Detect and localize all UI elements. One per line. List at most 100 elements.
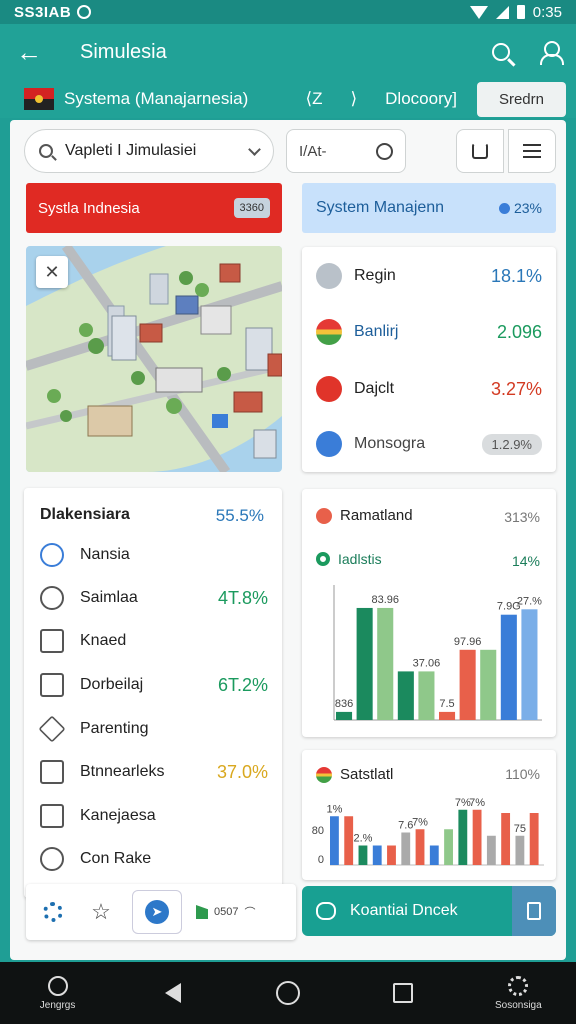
system-banner[interactable]: System Manajenn 23% — [302, 183, 556, 233]
favorite-button[interactable]: ☆ — [84, 895, 118, 929]
bar — [397, 671, 414, 720]
bar-chart: 83683.9637.067.597.967.9G27.% — [333, 585, 542, 721]
back-arrow-icon[interactable]: ← — [16, 37, 52, 68]
bar-data-label: 7% — [469, 797, 485, 809]
list-item[interactable]: Dorbeilaj 6T.2% — [40, 670, 268, 700]
panel-icon — [40, 760, 64, 784]
status-time: 0:35 — [532, 3, 562, 21]
map-tools-button[interactable]: ✕ — [36, 256, 68, 288]
list-item[interactable]: Knaed — [40, 626, 268, 656]
region-card: Regin 18.1% Banlirj 2.096 Dajclt 3.27% M… — [302, 247, 556, 472]
indonesia-banner[interactable]: Systla Indnesia 3360 — [26, 183, 282, 233]
y-tick-label: 80 — [312, 825, 324, 837]
flag-tool[interactable]: 0507 ⌒ — [196, 904, 255, 920]
bar-data-label: 75 — [514, 823, 526, 835]
region-value: 2.096 — [496, 321, 542, 342]
list-item[interactable]: Con Rake — [40, 844, 268, 874]
list-item-label: Parenting — [80, 720, 149, 737]
next-button[interactable]: ⟩ — [351, 89, 358, 109]
home-icon — [275, 981, 300, 1005]
bar-data-label: 7.5 — [439, 698, 454, 710]
list-item-label: Dorbeilaj — [80, 676, 144, 693]
bar — [429, 845, 439, 865]
prev-button[interactable]: ⟨Z — [305, 89, 322, 109]
bar — [356, 607, 373, 720]
calculator-icon — [40, 804, 64, 828]
nav-back[interactable] — [128, 983, 218, 1003]
menu-button[interactable] — [508, 129, 556, 173]
bar-data-label: 7% — [412, 816, 428, 828]
notification-icon — [77, 5, 92, 19]
clipboard-icon — [527, 902, 541, 920]
nav-left[interactable]: Jengrgs — [13, 975, 103, 1011]
bar — [439, 711, 456, 720]
list-item-label: Nansia — [80, 546, 130, 563]
bar — [358, 845, 368, 865]
region-value: 18.1% — [490, 265, 542, 286]
region-name: Banlirj — [354, 323, 399, 340]
battery-icon — [516, 5, 525, 19]
filter-input[interactable]: I/At- — [286, 129, 406, 173]
category-list-card: Dlakensiara 55.5% Nansia Saimlaa 4T.8% K… — [24, 488, 282, 898]
gear-icon — [43, 902, 63, 922]
filter-input-value: I/At- — [299, 142, 327, 160]
bottom-toolbar: ☆ ➤ 0507 ⌒ — [26, 884, 296, 940]
region-name: Regin — [354, 267, 396, 284]
list-item[interactable]: Nansia — [40, 540, 268, 570]
nav-right-label: Sosonsiga — [494, 999, 542, 1011]
search-icon[interactable] — [492, 43, 510, 61]
simulation-select[interactable]: Vapleti I Jimulasiei — [24, 129, 274, 173]
clipboard-button[interactable] — [512, 886, 556, 936]
city-map[interactable]: ✕ — [26, 246, 282, 472]
sub-bar: Systema (Manajarnesia) ⟨Z ⟩ Dlocoory] Sr… — [0, 80, 576, 118]
statistics-card: Satstlatl 110% 80 0 1% 2.% 7.6 7% 7% 7% 75 — [302, 750, 556, 880]
chat-icon: ⌒ — [244, 907, 256, 919]
list-item-label: Knaed — [80, 632, 127, 649]
compass-icon — [40, 543, 64, 567]
list-item[interactable]: Kanejaesa — [40, 801, 268, 831]
settings-button[interactable] — [36, 895, 70, 929]
region-value: 3.27% — [490, 378, 542, 399]
bar-data-label: 37.06 — [413, 657, 441, 669]
list-item-label: Btnnearleks — [80, 763, 165, 780]
contact-button[interactable]: Koantiai Dncek — [302, 886, 556, 936]
list-item-value: 37.0% — [216, 761, 268, 782]
list-item[interactable]: Parenting — [38, 714, 268, 744]
region-row[interactable]: Dajclt 3.27% — [316, 369, 542, 409]
circle-icon[interactable] — [376, 142, 393, 160]
region-row[interactable]: Regin 18.1% — [316, 256, 542, 296]
system-label: Systema (Manajarnesia) — [64, 89, 249, 108]
flag-circle-icon — [316, 319, 342, 345]
search-button[interactable]: Sredrn — [476, 81, 566, 117]
region-name: Dajclt — [354, 380, 395, 397]
bar — [501, 813, 511, 865]
bar — [459, 649, 476, 720]
region-row[interactable]: Monsogra 1.2.9% — [316, 424, 542, 464]
nav-recent[interactable] — [358, 983, 448, 1003]
bar-data-label: 1% — [326, 803, 342, 815]
bar — [336, 711, 353, 720]
navigate-button[interactable]: ➤ — [132, 890, 182, 934]
bar — [377, 607, 394, 720]
bar-chart-card: Ramatland 313% Iadlstis 14% 836 83.96 37.0… — [302, 489, 556, 737]
bar — [486, 835, 496, 865]
currency-icon — [40, 586, 64, 610]
list-item[interactable]: Btnnearleks 37.0% — [40, 757, 268, 787]
directory-link[interactable]: Dlocoory] — [385, 89, 457, 109]
list-title-value: 55.5% — [215, 506, 264, 525]
flag-circle-icon — [316, 376, 342, 402]
region-row[interactable]: Banlirj 2.096 — [316, 312, 542, 352]
refresh-icon — [472, 143, 488, 159]
gear-icon — [508, 975, 529, 996]
bar-data-label: 27.% — [517, 595, 542, 607]
user-icon[interactable] — [540, 41, 564, 65]
list-item[interactable]: Saimlaa 4T.8% — [40, 583, 268, 613]
status-bar: SS3IAB 0:35 — [0, 0, 576, 24]
system-banner-label: System Manajenn — [316, 199, 445, 216]
bar — [515, 835, 525, 865]
app-bar: ← Simulesia — [0, 24, 576, 80]
refresh-button[interactable] — [456, 129, 504, 173]
app-title: Simulesia — [80, 40, 167, 63]
nav-home[interactable] — [243, 981, 333, 1005]
nav-right[interactable]: Sosonsiga — [473, 975, 563, 1011]
